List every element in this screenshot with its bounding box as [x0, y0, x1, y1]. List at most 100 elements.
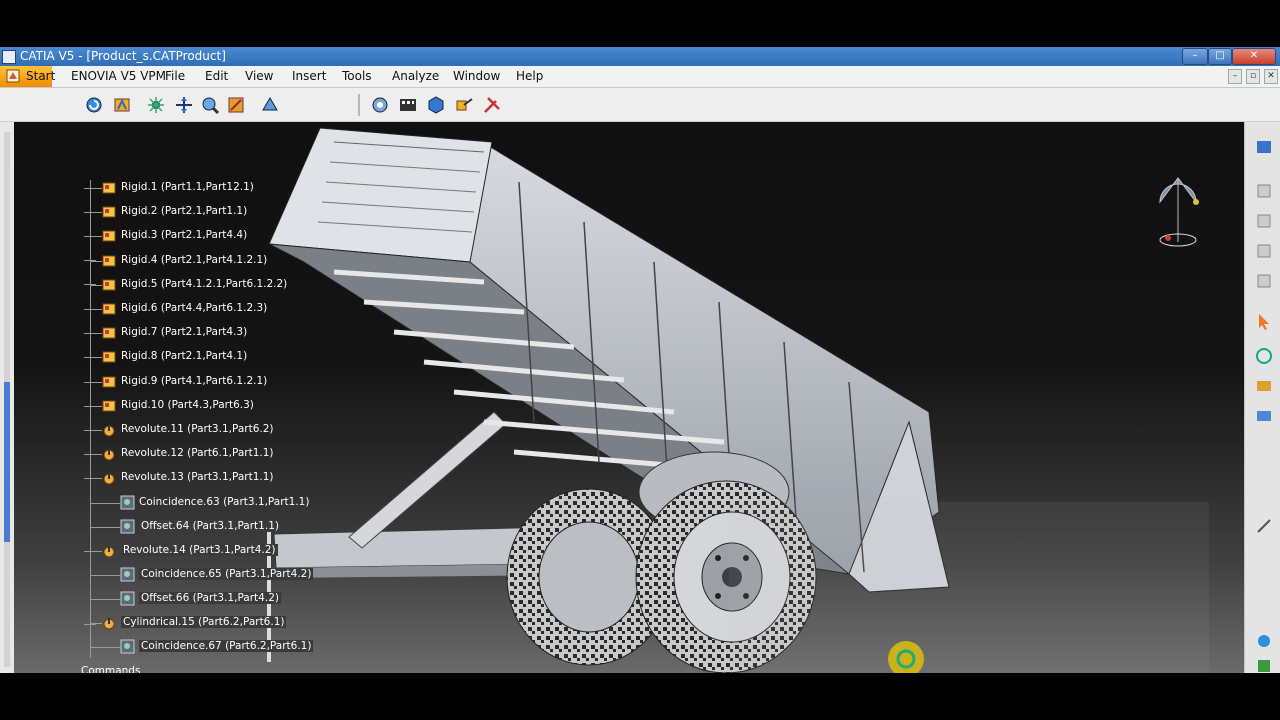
graph-icon[interactable]: [1255, 242, 1273, 260]
component-icon[interactable]: [426, 95, 446, 115]
expand-toggle[interactable]: [84, 260, 96, 261]
tree-node-label: Coincidence.67 (Part6.2,Part6.1): [139, 640, 314, 652]
menu-edit[interactable]: Edit: [205, 69, 228, 83]
manipulate-icon[interactable]: [112, 95, 132, 115]
start-icon: [6, 69, 20, 83]
offset-icon[interactable]: [1255, 407, 1273, 425]
catia-window: CATIA V5 - [Product_s.CATProduct] – □ ✕ …: [0, 47, 1280, 673]
select-cursor-icon[interactable]: [1255, 312, 1273, 330]
maximize-button[interactable]: □: [1208, 48, 1232, 65]
tree-connector: [90, 647, 120, 648]
window-title: CATIA V5 - [Product_s.CATProduct]: [20, 49, 226, 63]
catia-app-icon: [2, 50, 16, 64]
tree-node-label: Rigid.9 (Part4.1,Part6.1.2.1): [121, 374, 268, 387]
tree-node-label: Offset.66 (Part3.1,Part4.2): [139, 592, 281, 604]
tree-node-label: Rigid.1 (Part1.1,Part12.1): [121, 181, 254, 193]
expand-toggle[interactable]: [84, 551, 96, 552]
expand-toggle[interactable]: [84, 236, 96, 237]
doc-restore-button[interactable]: ▫: [1246, 69, 1260, 84]
expand-toggle[interactable]: [84, 333, 96, 334]
start-menu[interactable]: Start: [0, 66, 55, 87]
scroll-thumb[interactable]: [4, 382, 10, 542]
minimize-button[interactable]: –: [1182, 48, 1208, 65]
expand-toggle[interactable]: [84, 382, 96, 383]
tree-node-label: Rigid.8 (Part2.1,Part4.1): [121, 350, 248, 363]
rigid-joint-icon: [102, 180, 117, 195]
snap-icon[interactable]: [226, 95, 246, 115]
existing-component-icon[interactable]: [454, 95, 474, 115]
fix-icon[interactable]: [200, 95, 220, 115]
toolbar-separator: [358, 94, 360, 116]
menu-view[interactable]: View: [245, 69, 273, 83]
rigid-joint-icon: [102, 325, 117, 340]
busy-spinner-icon: [884, 637, 928, 673]
angle-icon[interactable]: [1255, 517, 1273, 535]
menu-window[interactable]: Window: [453, 69, 500, 83]
smart-move-icon[interactable]: [174, 95, 194, 115]
tree-node-label: Revolute.14 (Part3.1,Part4.2): [121, 543, 278, 556]
expand-toggle[interactable]: [84, 188, 96, 189]
sort-icon[interactable]: [1255, 272, 1273, 290]
rigid-joint-icon: [102, 228, 117, 243]
expand-toggle[interactable]: [84, 478, 96, 479]
menu-enovia[interactable]: ENOVIA V5 VPM: [71, 69, 166, 83]
contact-icon[interactable]: [1255, 377, 1273, 395]
revolute-joint-icon: [102, 446, 117, 461]
tree-connector: [90, 180, 91, 658]
compass-widget[interactable]: [1150, 172, 1205, 257]
close-button[interactable]: ✕: [1232, 48, 1276, 65]
tree-node-label: Rigid.2 (Part2.1,Part1.1): [121, 205, 248, 218]
replace-icon[interactable]: [1255, 212, 1273, 230]
expand-toggle[interactable]: [84, 624, 96, 625]
expand-toggle[interactable]: [84, 454, 96, 455]
product-icon[interactable]: [398, 95, 418, 115]
explode-icon[interactable]: [146, 95, 166, 115]
left-scrollbar[interactable]: [0, 122, 14, 673]
assembly-constraint-icon[interactable]: [370, 95, 390, 115]
title-bar: CATIA V5 - [Product_s.CATProduct] – □ ✕: [0, 47, 1280, 66]
rigid-joint-icon: [102, 301, 117, 316]
update-icon[interactable]: [84, 95, 104, 115]
fix-component-icon[interactable]: [1255, 632, 1273, 650]
tree-connector: [90, 599, 120, 600]
expand-toggle[interactable]: [84, 357, 96, 358]
revolute-joint-icon: [102, 470, 117, 485]
constraint-icon: [120, 495, 135, 510]
tree-connector: [90, 574, 120, 576]
menu-insert[interactable]: Insert: [292, 69, 326, 83]
rigid-joint-icon: [102, 277, 117, 292]
expand-toggle[interactable]: [84, 309, 96, 310]
catalog-icon[interactable]: [1255, 138, 1273, 156]
fix-together-icon[interactable]: [1255, 657, 1273, 673]
doc-minimize-button[interactable]: –: [1228, 69, 1242, 84]
tree-node-label: Revolute.11 (Part3.1,Part6.2): [121, 423, 274, 435]
tree-node-label: Rigid.6 (Part4.4,Part6.1.2.3): [121, 302, 268, 314]
doc-close-button[interactable]: ✕: [1264, 69, 1278, 84]
menu-file[interactable]: File: [165, 69, 185, 83]
coincidence-icon[interactable]: [1255, 347, 1273, 365]
tools-icon[interactable]: [482, 95, 502, 115]
tree-connector: [90, 526, 120, 528]
tree-node-label: Rigid.10 (Part4.3,Part6.3): [121, 398, 254, 411]
constraint-icon: [120, 639, 135, 654]
tree-node-label: Commands: [81, 664, 141, 674]
compass-icon[interactable]: [260, 95, 280, 115]
menu-help[interactable]: Help: [516, 69, 543, 83]
toolbar: [0, 88, 1280, 122]
tree-node-label: Revolute.12 (Part6.1,Part1.1): [121, 447, 274, 459]
expand-toggle[interactable]: [84, 284, 96, 285]
constraint-icon: [120, 519, 135, 534]
rigid-joint-icon: [102, 349, 117, 364]
expand-toggle[interactable]: [84, 212, 96, 213]
tree-node-label: Rigid.3 (Part2.1,Part4.4): [121, 229, 248, 242]
expand-toggle[interactable]: [84, 406, 96, 407]
revolute-joint-icon: [102, 543, 117, 558]
tree-node-label: Coincidence.65 (Part3.1,Part4.2): [139, 567, 314, 580]
menu-tools[interactable]: Tools: [342, 69, 372, 83]
expand-toggle[interactable]: [84, 430, 96, 431]
menu-analyze[interactable]: Analyze: [392, 69, 439, 83]
tree-node-label: Rigid.4 (Part2.1,Part4.1.2.1): [121, 253, 268, 266]
part-icon[interactable]: [1255, 182, 1273, 200]
tree-node-label: Offset.64 (Part3.1,Part1.1): [139, 519, 281, 532]
tree-connector: [90, 502, 120, 504]
